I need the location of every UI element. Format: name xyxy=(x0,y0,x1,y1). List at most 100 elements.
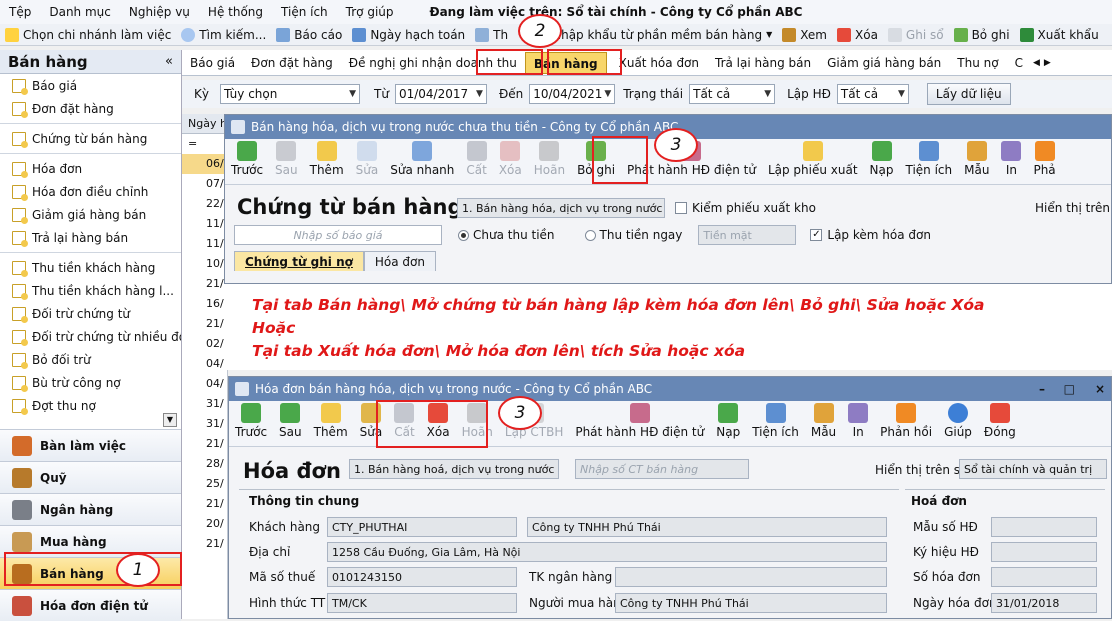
table-row[interactable]: 10/ xyxy=(182,254,227,274)
delete-button[interactable]: Xóa xyxy=(493,141,528,177)
toolbar-branch[interactable]: Chọn chi nhánh làm việc xyxy=(0,27,176,42)
feedback-button[interactable]: Phả xyxy=(1027,141,1061,177)
address-input[interactable]: 1258 Cầu Đuống, Gia Lâm, Hà Nội xyxy=(327,542,887,562)
menu-file[interactable]: Tệp xyxy=(0,5,40,19)
minimize-button[interactable]: – xyxy=(1039,382,1045,396)
defer-button[interactable]: Hoãn xyxy=(528,141,571,177)
reload-button[interactable]: Nạp xyxy=(864,141,900,177)
prev-button[interactable]: Trước xyxy=(225,141,269,177)
prev-button[interactable]: Trước xyxy=(229,403,273,439)
toolbar-delete[interactable]: Xóa xyxy=(832,27,883,42)
symbol-input[interactable] xyxy=(991,542,1097,562)
sidebar-item-unoffset[interactable]: Bỏ đối trừ xyxy=(0,348,181,371)
customer-code-input[interactable]: CTY_PHUTHAI xyxy=(327,517,517,537)
tab-discount[interactable]: Giảm giá hàng bán xyxy=(819,56,949,70)
edit-button[interactable]: Sửa xyxy=(350,141,385,177)
sidebar-item-collect[interactable]: Thu tiền khách hàng xyxy=(0,256,181,279)
tab-scroll-left-icon[interactable]: ◀ xyxy=(1031,58,1042,68)
sidebar-item-invoice[interactable]: Hóa đơn xyxy=(0,157,181,180)
toolbar-posting-date[interactable]: Ngày hạch toán xyxy=(347,27,470,42)
table-row[interactable]: 21/ xyxy=(182,494,227,514)
reload-button[interactable]: Nạp xyxy=(710,403,746,439)
module-bank[interactable]: Ngân hàng xyxy=(0,493,181,525)
quote-number-input[interactable]: Nhập số báo giá xyxy=(234,225,442,245)
issue-einvoice-button[interactable]: Phát hành HĐ điện tử xyxy=(569,403,710,439)
table-row[interactable]: 21/ xyxy=(182,314,227,334)
template-number-input[interactable] xyxy=(991,517,1097,537)
tab-more[interactable]: C xyxy=(1007,56,1031,70)
status-select[interactable]: Tất cả ▼ xyxy=(689,84,776,104)
table-row[interactable]: 07/ xyxy=(182,174,227,194)
payment-method-select[interactable]: Tiền mặt xyxy=(698,225,797,245)
tab-collect[interactable]: Thu nợ xyxy=(949,56,1006,70)
template-button[interactable]: Mẫu xyxy=(958,141,995,177)
invoice-filter-select[interactable]: Tất cả ▼ xyxy=(836,84,909,104)
table-row[interactable]: 04/ xyxy=(182,354,227,374)
tab-issue-invoice[interactable]: Xuất hóa đơn xyxy=(611,56,707,70)
table-row[interactable]: 31/ xyxy=(182,414,227,434)
sidebar-item-debt-round[interactable]: Đợt thu nợ xyxy=(0,394,181,417)
toolbar-view[interactable]: Xem xyxy=(777,27,832,42)
sidebar-item-adjust-invoice[interactable]: Hóa đơn điều chỉnh xyxy=(0,180,181,203)
tax-code-input[interactable]: 0101243150 xyxy=(327,567,517,587)
invoice-number-input[interactable] xyxy=(991,567,1097,587)
print-button[interactable]: In xyxy=(842,403,874,439)
table-row[interactable]: 06/ xyxy=(182,154,227,174)
help-button[interactable]: Giúp xyxy=(938,403,978,439)
menu-operations[interactable]: Nghiệp vụ xyxy=(120,5,199,19)
buyer-input[interactable]: Công ty TNHH Phú Thái xyxy=(615,593,887,613)
sidebar-item-net-debt[interactable]: Bù trừ công nợ xyxy=(0,371,181,394)
menu-system[interactable]: Hệ thống xyxy=(199,5,272,19)
save-button[interactable]: Cất xyxy=(460,141,492,177)
module-desk[interactable]: Bàn làm việc xyxy=(0,429,181,461)
table-row[interactable]: 22/ xyxy=(182,194,227,214)
with-invoice-checkbox[interactable]: ✓ xyxy=(810,229,823,241)
sidebar-item-quote[interactable]: Báo giá xyxy=(0,74,181,97)
next-button[interactable]: Sau xyxy=(269,141,304,177)
create-outbound-button[interactable]: Lập phiếu xuất xyxy=(762,141,864,177)
toolbar-report[interactable]: Báo cáo xyxy=(271,27,347,42)
sidebar-item-offset-multi[interactable]: Đối trừ chứng từ nhiều đối t... xyxy=(0,325,181,348)
invoice-type-select[interactable]: 1. Bán hàng hoá, dịch vụ trong nước xyxy=(349,459,559,479)
scroll-down-button[interactable]: ▼ xyxy=(163,413,177,427)
table-row[interactable]: 02/ xyxy=(182,334,227,354)
voucher-type-select[interactable]: 1. Bán hàng hóa, dịch vụ trong nước xyxy=(457,198,665,218)
close-button[interactable]: × xyxy=(1095,382,1105,396)
sidebar-item-return[interactable]: Trả lại hàng bán xyxy=(0,226,181,249)
voucher-number-input[interactable]: Nhập số CT bán hàng xyxy=(575,459,749,479)
paid-now-radio[interactable] xyxy=(584,229,596,241)
check-outbound-checkbox[interactable] xyxy=(675,202,687,214)
sidebar-item-discount[interactable]: Giảm giá hàng bán xyxy=(0,203,181,226)
table-row[interactable]: 25/ xyxy=(182,474,227,494)
toolbar-import-sales[interactable]: Nhập khẩu từ phần mềm bán hàng ▼ xyxy=(547,28,777,42)
tab-debit-voucher[interactable]: Chứng từ ghi nợ xyxy=(234,251,364,271)
tab-invoice[interactable]: Hóa đơn xyxy=(363,251,436,271)
table-row[interactable]: 11/ xyxy=(182,214,227,234)
add-button[interactable]: Thêm xyxy=(308,403,354,439)
table-row[interactable]: 21/ xyxy=(182,434,227,454)
payment-method-input[interactable]: TM/CK xyxy=(327,593,517,613)
to-date-field[interactable]: 10/04/2021 ▼ xyxy=(529,84,616,104)
menu-utilities[interactable]: Tiện ích xyxy=(272,5,337,19)
sidebar-item-offset[interactable]: Đối trừ chứng từ xyxy=(0,302,181,325)
table-row[interactable]: 21/ xyxy=(182,534,227,554)
table-row[interactable]: 20/ xyxy=(182,514,227,534)
toolbar-unpost[interactable]: Bỏ ghi xyxy=(949,27,1015,42)
tab-scroll-right-icon[interactable]: ▶ xyxy=(1042,58,1053,68)
close-window-button[interactable]: Đóng xyxy=(978,403,1022,439)
table-row[interactable]: 31/ xyxy=(182,394,227,414)
toolbar-post[interactable]: Ghi sổ xyxy=(883,27,949,42)
sidebar-item-collect-multi[interactable]: Thu tiền khách hàng l... xyxy=(0,279,181,302)
invoice-date-input[interactable]: 31/01/2018 xyxy=(991,593,1097,613)
module-einvoice[interactable]: Hóa đơn điện tử xyxy=(0,589,181,621)
sidebar-item-order[interactable]: Đơn đặt hàng xyxy=(0,97,181,120)
bank-account-input[interactable] xyxy=(615,567,887,587)
print-button[interactable]: In xyxy=(995,141,1027,177)
feedback-button[interactable]: Phản hồi xyxy=(874,403,938,439)
display-on-select[interactable]: Sổ tài chính và quản trị xyxy=(959,459,1107,479)
customer-name-input[interactable]: Công ty TNHH Phú Thái xyxy=(527,517,887,537)
menu-help[interactable]: Trợ giúp xyxy=(337,5,403,19)
sidebar-item-sales-voucher[interactable]: Chứng từ bán hàng xyxy=(0,127,181,150)
utilities-button[interactable]: Tiện ích xyxy=(746,403,805,439)
module-cash[interactable]: Quỹ xyxy=(0,461,181,493)
